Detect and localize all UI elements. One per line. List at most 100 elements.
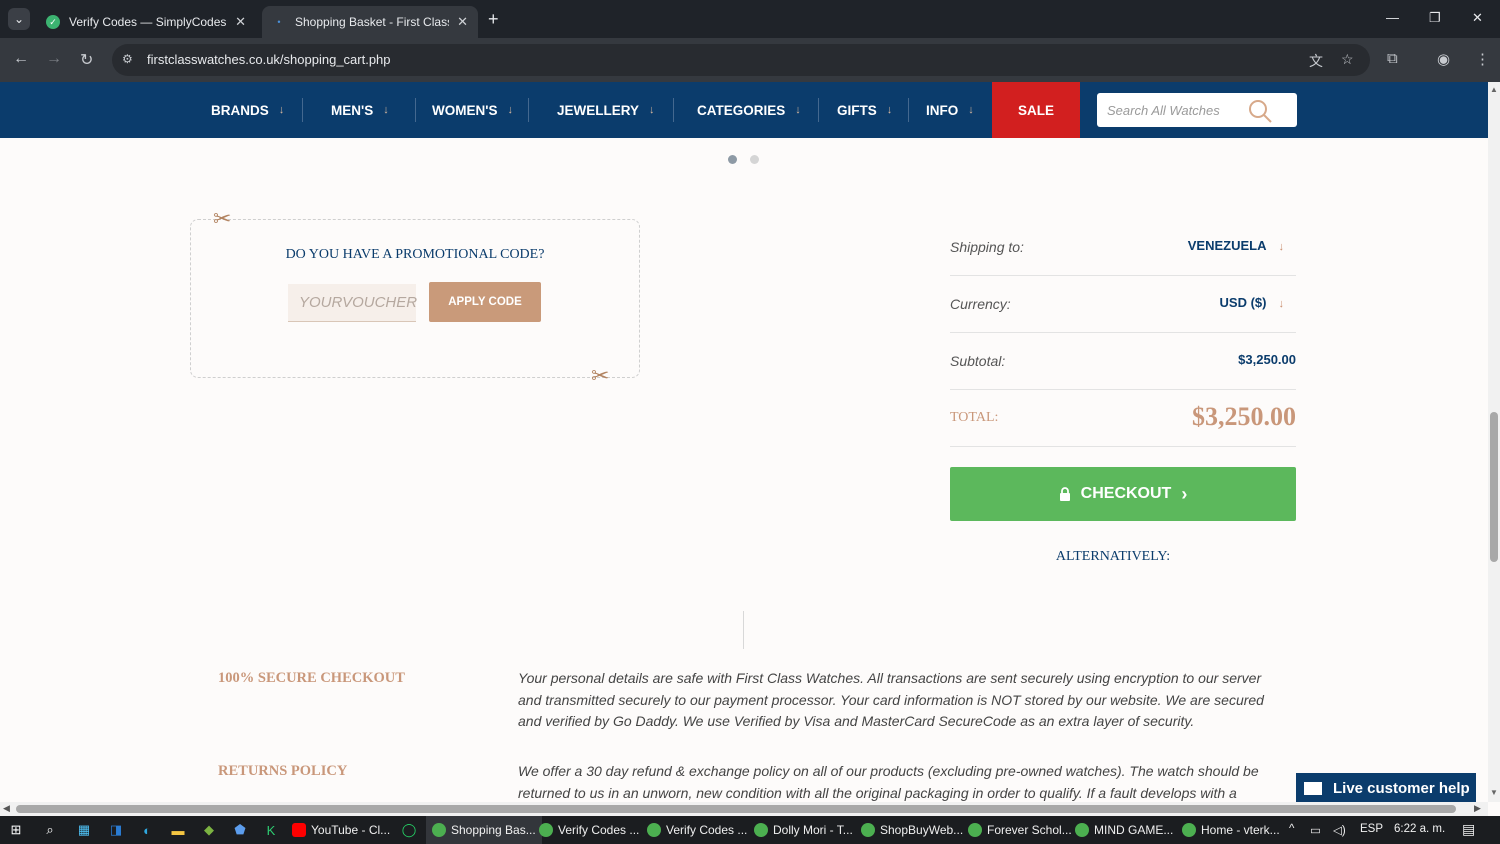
nav-gifts[interactable]: GIFTS ↓ [837,82,892,138]
store-icon[interactable]: ▦ [76,822,92,838]
nav-sale[interactable]: SALE [992,82,1080,138]
network-icon[interactable]: ▭ [1310,823,1321,837]
total-row: TOTAL: $3,250.00 [950,390,1296,447]
shipping-row: Shipping to: VENEZUELA ↓ [950,219,1296,276]
taskbar-mind-game[interactable]: MIND GAME... [1075,816,1173,844]
close-tab-icon[interactable]: ✕ [235,14,246,30]
down-arrow-icon: ↓ [383,104,389,116]
back-arrow-icon[interactable]: ← [13,50,29,68]
carousel-dot[interactable] [750,155,759,164]
tab-title: Shopping Basket - First Class W [295,15,449,29]
taskbar-label: Verify Codes ... [558,823,640,837]
checkout-label: CHECKOUT [1080,485,1172,502]
subtotal-label: Subtotal: [950,353,1006,369]
taskbar-verify-codes-1[interactable]: Verify Codes ... [539,816,639,844]
shipping-select[interactable]: VENEZUELA ↓ [1188,238,1296,253]
nav-divider [528,98,529,122]
reload-icon[interactable]: ↻ [80,50,93,70]
omnibox[interactable]: ⚙ firstclasswatches.co.uk/shopping_cart.… [112,44,1370,76]
translate-icon[interactable]: 文 [1309,51,1323,71]
bookmark-star-icon[interactable]: ☆ [1341,51,1354,68]
scroll-up-icon[interactable]: ▲ [1490,85,1498,94]
volume-icon[interactable]: ◁) [1333,823,1346,837]
nav-mens[interactable]: MEN'S ↓ [331,82,389,138]
forward-arrow-icon[interactable]: → [46,50,62,68]
scroll-down-icon[interactable]: ▼ [1490,788,1498,797]
clock[interactable]: 6:22 a. m. [1394,823,1445,835]
profile-icon[interactable]: ◉ [1437,50,1450,68]
nav-brands[interactable]: BRANDS ↓ [211,82,284,138]
taskbar-home-vterk[interactable]: Home - vterk... [1182,816,1280,844]
shipping-label: Shipping to: [950,239,1024,255]
subtotal-row: Subtotal: $3,250.00 [950,333,1296,390]
divider-line [743,611,744,649]
chrome-icon [968,823,982,837]
taskbar-label: Shopping Bas... [451,823,536,837]
taskbar-verify-codes-2[interactable]: Verify Codes ... [647,816,747,844]
site-info-icon[interactable]: ⚙ [122,52,138,68]
carousel-dot-active[interactable] [728,155,737,164]
horizontal-scrollbar[interactable]: ◀ ▶ [0,802,1488,816]
live-help-button[interactable]: Live customer help [1296,773,1476,803]
browser-tab-verify-codes[interactable]: ✓ Verify Codes — SimplyCodes ✕ [36,6,256,38]
down-arrow-icon: ↓ [968,104,974,116]
taskbar-dolly-mori[interactable]: Dolly Mori - T... [754,816,853,844]
menu-kebab-icon[interactable]: ⋮ [1475,50,1490,68]
taskbar-label: Verify Codes ... [666,823,748,837]
scroll-right-icon[interactable]: ▶ [1474,803,1481,814]
search-input[interactable]: Search All Watches [1097,93,1297,127]
scrollbar-thumb[interactable] [16,805,1456,813]
outlook-icon[interactable]: ◨ [108,822,124,838]
browser-tab-shopping-basket[interactable]: • Shopping Basket - First Class W ✕ [262,6,478,38]
checkout-button[interactable]: CHECKOUT › [950,467,1296,521]
tab-search-chevron-icon[interactable]: ⌄ [8,8,30,30]
nav-divider [415,98,416,122]
promo-code-box: DO YOU HAVE A PROMOTIONAL CODE? YOURVOUC… [190,219,640,378]
total-label: TOTAL: [950,410,999,425]
returns-policy-heading: RETURNS POLICY [218,763,348,779]
voucher-input[interactable]: YOURVOUCHER [288,284,417,322]
subtotal-value: $3,250.00 [1238,352,1296,367]
chrome-icon [861,823,875,837]
nav-categories[interactable]: CATEGORIES ↓ [697,82,801,138]
notifications-icon[interactable]: ▤ [1462,821,1475,838]
nav-jewellery[interactable]: JEWELLERY ↓ [557,82,655,138]
nav-info[interactable]: INFO ↓ [926,82,974,138]
chrome-icon [539,823,553,837]
kick-icon[interactable]: K [263,822,279,838]
vertical-scrollbar[interactable]: ▲ ▼ [1488,82,1500,802]
taskbar-youtube[interactable]: YouTube - Cl... [292,816,390,844]
tray-chevron-icon[interactable]: ^ [1289,823,1294,835]
down-arrow-icon: ↓ [1278,298,1285,310]
app-icon[interactable]: ◆ [201,822,217,838]
taskbar-forever-schol[interactable]: Forever Schol... [968,816,1072,844]
folder-icon[interactable]: ▬ [170,822,186,838]
search-icon[interactable] [1247,98,1273,124]
restore-icon[interactable]: ❐ [1429,10,1441,26]
secure-checkout-heading: 100% SECURE CHECKOUT [218,670,405,686]
close-window-icon[interactable]: ✕ [1472,10,1483,26]
chrome-icon [647,823,661,837]
nav-divider [673,98,674,122]
nav-label: INFO [926,102,959,118]
language-indicator[interactable]: ESP [1360,823,1383,835]
nav-womens[interactable]: WOMEN'S ↓ [432,82,513,138]
edge-icon[interactable]: ◐ [139,822,155,838]
new-tab-plus-icon[interactable]: + [488,9,499,30]
taskbar-shopping-basket[interactable]: Shopping Bas... [426,816,542,844]
search-icon[interactable]: ⌕ [42,822,58,838]
scrollbar-thumb[interactable] [1490,412,1498,562]
minimize-icon[interactable]: — [1386,10,1399,25]
shield-icon[interactable]: ⬟ [232,822,248,838]
windows-start-icon[interactable]: ⊞ [8,822,24,838]
currency-select[interactable]: USD ($) ↓ [1220,295,1296,310]
browser-tab-bar: ⌄ ✓ Verify Codes — SimplyCodes ✕ • Shopp… [0,0,1500,38]
close-tab-icon[interactable]: ✕ [457,14,468,30]
taskbar-shopbuyweb[interactable]: ShopBuyWeb... [861,816,963,844]
url-text[interactable]: firstclasswatches.co.uk/shopping_cart.ph… [147,52,391,67]
simplycodes-favicon-icon: ✓ [46,15,60,29]
whatsapp-icon[interactable]: ◯ [401,822,417,838]
extensions-icon[interactable]: ⧉ [1387,50,1398,67]
apply-code-button[interactable]: APPLY CODE [429,282,541,322]
scroll-left-icon[interactable]: ◀ [3,803,10,814]
